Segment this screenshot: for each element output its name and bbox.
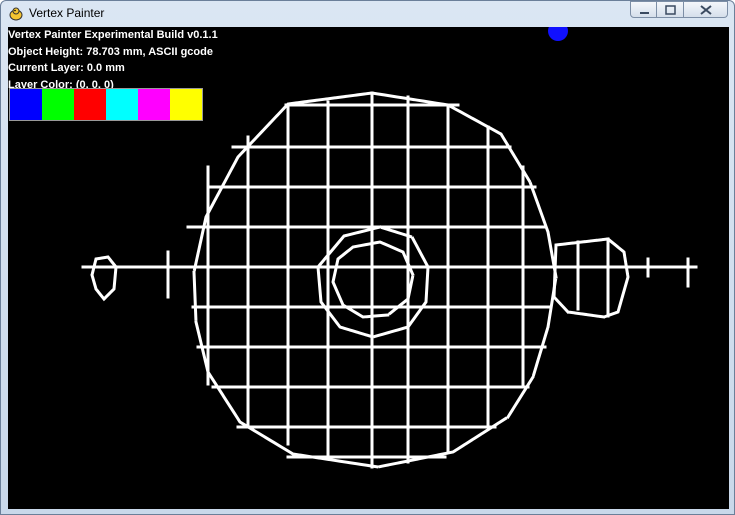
minimize-icon <box>640 12 649 14</box>
swatch-cyan[interactable] <box>106 89 138 120</box>
swatch-magenta[interactable] <box>138 89 170 120</box>
title-bar[interactable]: Vertex Painter <box>1 1 734 26</box>
window-controls <box>630 1 728 19</box>
left-lug <box>90 255 118 302</box>
paint-canvas[interactable]: Vertex Painter Experimental Build v0.1.1… <box>8 27 729 509</box>
maximize-button[interactable] <box>657 1 684 18</box>
close-icon <box>700 5 712 15</box>
build-label: Vertex Painter Experimental Build v0.1.1 <box>8 29 218 41</box>
current-layer-label: Current Layer: 0.0 mm <box>8 62 125 74</box>
swatch-red[interactable] <box>74 89 106 120</box>
swatch-yellow[interactable] <box>170 89 202 120</box>
pygame-snake-icon <box>9 7 23 21</box>
maximize-icon <box>665 5 676 15</box>
swatch-green[interactable] <box>42 89 74 120</box>
minimize-button[interactable] <box>630 1 657 18</box>
window-title: Vertex Painter <box>29 6 105 20</box>
object-height-label: Object Height: 78.703 mm, ASCII gcode <box>8 45 213 58</box>
swatch-blue[interactable] <box>10 89 42 120</box>
info-panel: Vertex Painter Experimental Build v0.1.1… <box>8 27 218 93</box>
app-window: Vertex Painter Vertex Painter Experiment… <box>0 0 735 515</box>
right-spout <box>552 237 630 319</box>
close-button[interactable] <box>684 1 728 18</box>
color-palette <box>9 88 203 121</box>
